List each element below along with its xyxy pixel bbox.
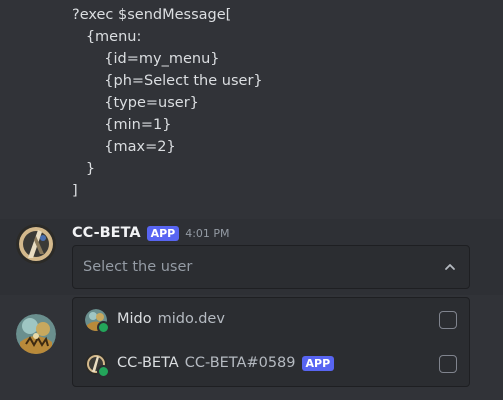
timestamp[interactable]: 4:01 PM xyxy=(185,227,229,240)
select-option[interactable]: Mido mido.dev xyxy=(73,299,469,343)
option-avatar xyxy=(85,309,110,334)
option-name: CC-BETA xyxy=(117,355,179,371)
author-name[interactable]: CC-BETA xyxy=(72,225,141,241)
message-header: CC-BETA APP 4:01 PM xyxy=(72,223,230,243)
code-line: } xyxy=(72,161,96,177)
app-badge: APP xyxy=(146,225,180,241)
select-placeholder: Select the user xyxy=(83,259,193,275)
code-line: ] xyxy=(72,183,78,199)
option-avatar xyxy=(85,353,110,378)
code-line: {type=user} xyxy=(72,95,199,111)
code-line: {menu: xyxy=(72,29,142,45)
chevron-up-icon xyxy=(443,260,457,274)
online-status-icon xyxy=(97,321,110,334)
code-line: ?exec $sendMessage[ xyxy=(72,7,232,23)
code-line: {min=1} xyxy=(72,117,172,133)
code-line: {max=2} xyxy=(72,139,176,155)
select-dropdown: Mido mido.dev CC-BETA CC-BETA#0589 APP xyxy=(72,297,470,387)
bot-avatar[interactable] xyxy=(16,224,56,264)
option-checkbox[interactable] xyxy=(439,311,457,329)
code-line: {ph=Select the user} xyxy=(72,73,263,89)
app-badge: APP xyxy=(301,355,335,371)
select-option[interactable]: CC-BETA CC-BETA#0589 APP xyxy=(73,343,469,387)
user-avatar[interactable] xyxy=(16,314,56,354)
option-name: Mido xyxy=(117,311,152,327)
online-status-icon xyxy=(97,365,110,378)
option-username: mido.dev xyxy=(157,311,225,327)
message-content: ?exec $sendMessage[ {menu: {id=my_menu} … xyxy=(72,4,492,202)
user-select-menu[interactable]: Select the user xyxy=(72,245,470,289)
option-checkbox[interactable] xyxy=(439,355,457,373)
option-username: CC-BETA#0589 xyxy=(184,355,296,371)
code-line: {id=my_menu} xyxy=(72,51,220,67)
